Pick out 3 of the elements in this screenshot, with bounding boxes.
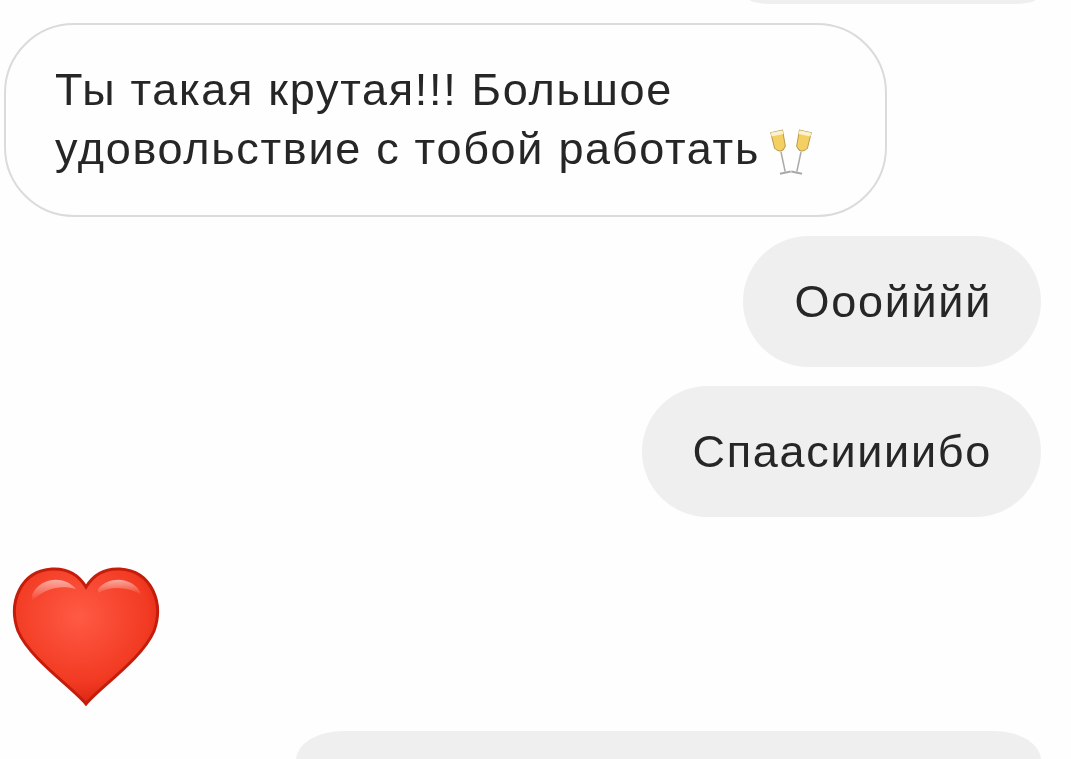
message-text: Ты такая крутая!!! Большое удовольствие с тобой работать [55,64,761,174]
message-text: Ооойййй [794,276,992,327]
message-text: Спаасиииибо [692,426,992,477]
